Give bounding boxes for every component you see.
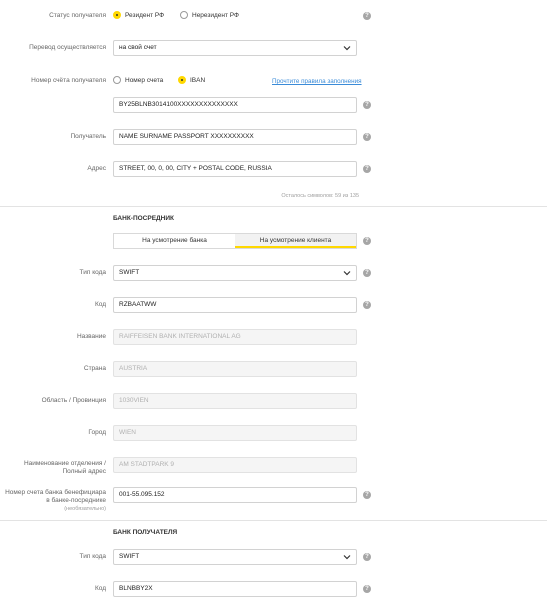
help-icon[interactable]: ? [363,491,371,499]
recipient-bank-code-type-select[interactable]: SWIFT [113,549,357,565]
intermediary-name-field: RAIFFEISEN BANK INTERNATIONAL AG [113,329,357,345]
nonresident-radio-label: Нерезидент РФ [192,11,239,19]
chevron-down-icon [343,271,351,276]
chevron-down-icon [343,46,351,51]
optional-note: (необязательно) [64,506,106,512]
help-icon[interactable]: ? [363,269,371,277]
help-icon[interactable]: ? [363,237,371,245]
intermediary-country-label: Страна [83,365,106,372]
iban-radio[interactable]: IBAN [178,76,205,84]
tab-client-discretion[interactable]: На усмотрение клиента [235,234,356,248]
chevron-down-icon [343,555,351,560]
resident-radio[interactable]: Резидент РФ [113,11,164,19]
transfer-select-value: на свой счет [119,44,157,51]
address-char-counter: Осталось символов: 59 из 135 [281,193,359,199]
radio-unselected-icon [113,76,121,84]
address-label: Адрес [87,165,106,172]
beneficiary-account-input[interactable]: 001-55.095.152 [113,487,357,503]
help-icon[interactable]: ? [363,165,371,173]
help-icon[interactable]: ? [363,553,371,561]
tab-bank-discretion[interactable]: На усмотрение банка [114,234,235,248]
intermediary-name-label: Название [76,333,106,340]
help-icon[interactable]: ? [363,12,371,20]
section-divider [0,206,547,207]
recipient-status-label: Статус получателя [49,12,106,19]
help-icon[interactable]: ? [363,585,371,593]
radio-selected-icon [178,76,186,84]
transfer-select[interactable]: на свой счет [113,40,357,56]
intermediary-toggle: На усмотрение банка На усмотрение клиент… [113,233,357,249]
branch-label-line2: Полный адрес [62,468,106,475]
intermediary-country-field: AUSTRIA [113,361,357,377]
help-icon[interactable]: ? [363,101,371,109]
intermediary-code-type-label: Тип кода [79,269,106,276]
beneficiary-account-label-line1: Номер счета банка бенефициара [5,489,106,496]
beneficiary-account-label: Номер счета банка бенефициара в банке-по… [5,489,106,513]
intermediary-branch-label: Наименование отделения / Полный адрес [24,460,106,476]
address-input[interactable]: STREET, 00, 0, 00, CITY + POSTAL CODE, R… [113,161,357,177]
intermediary-region-field: 1030VIEN [113,393,357,409]
iban-radio-label: IBAN [190,76,206,84]
beneficiary-account-label-line2: в банке-посреднике [46,497,106,504]
recipient-label: Получатель [70,133,106,140]
account-number-label: Номер счёта получателя [31,77,106,84]
intermediary-code-type-value: SWIFT [119,269,140,276]
help-icon[interactable]: ? [363,133,371,141]
fill-rules-link[interactable]: Прочтите правила заполнения [272,78,362,85]
transfer-label: Перевод осуществляется [29,44,106,51]
intermediary-city-field: WIEN [113,425,357,441]
account-number-radio[interactable]: Номер счета [113,76,163,84]
radio-unselected-icon [180,11,188,19]
intermediary-code-input[interactable]: RZBAATWW [113,297,357,313]
nonresident-radio[interactable]: Нерезидент РФ [180,11,239,19]
recipient-input[interactable]: NAME SURNAME PASSPORT XXXXXXXXXX [113,129,357,145]
intermediary-code-label: Код [94,301,106,308]
help-icon[interactable]: ? [363,301,371,309]
intermediary-branch-field: AM STADTPARK 9 [113,457,357,473]
section-divider [0,520,547,521]
recipient-bank-code-type-label: Тип кода [79,553,106,560]
account-number-radio-label: Номер счета [125,76,164,84]
intermediary-region-label: Область / Провинция [41,397,106,404]
iban-input[interactable]: BY25BLNB3014100XXXXXXXXXXXXXX [113,97,357,113]
recipient-bank-title: БАНК ПОЛУЧАТЕЛЯ [113,529,178,536]
recipient-bank-code-input[interactable]: BLNBBY2X [113,581,357,597]
radio-selected-icon [113,11,121,19]
intermediary-bank-title: БАНК-ПОСРЕДНИК [113,215,175,222]
recipient-bank-code-type-value: SWIFT [119,553,140,560]
intermediary-city-label: Город [88,429,106,436]
branch-label-line1: Наименование отделения / [23,460,106,467]
recipient-bank-code-label: Код [94,585,106,592]
intermediary-code-type-select[interactable]: SWIFT [113,265,357,281]
resident-radio-label: Резидент РФ [125,11,165,19]
